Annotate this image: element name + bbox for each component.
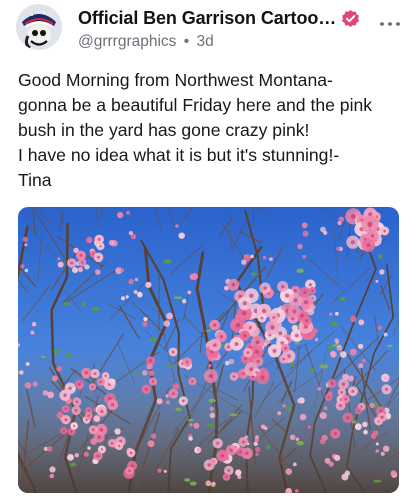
post-text-line: gonna be a beautiful Friday here and the… bbox=[18, 95, 373, 115]
author-meta: @grrrgraphics • 3d bbox=[78, 33, 214, 51]
post-text-line: I have no idea what it is but it's stunn… bbox=[18, 145, 340, 165]
avatar[interactable] bbox=[16, 4, 62, 50]
post-body-text: Good Morning from Northwest Montana- gon… bbox=[18, 68, 403, 193]
author-name-row: Official Ben Garrison Cartoo… bbox=[78, 8, 360, 29]
post-text-line: Tina bbox=[18, 170, 52, 190]
verified-badge-icon bbox=[342, 9, 360, 28]
more-options-icon[interactable] bbox=[379, 16, 401, 28]
post-timestamp[interactable]: 3d bbox=[197, 33, 214, 50]
post-text-line: bush in the yard has gone crazy pink! bbox=[18, 120, 310, 140]
post-photo[interactable] bbox=[18, 207, 399, 493]
blossom-photo bbox=[18, 207, 399, 493]
meta-separator: • bbox=[183, 33, 190, 50]
author-display-name[interactable]: Official Ben Garrison Cartoo… bbox=[78, 8, 336, 29]
post-header: Official Ben Garrison Cartoo… @grrrgraph… bbox=[16, 4, 407, 54]
author-handle[interactable]: @grrrgraphics bbox=[78, 33, 176, 50]
social-post: Official Ben Garrison Cartoo… @grrrgraph… bbox=[0, 0, 417, 500]
post-text-line: Good Morning from Northwest Montana- bbox=[18, 70, 333, 90]
